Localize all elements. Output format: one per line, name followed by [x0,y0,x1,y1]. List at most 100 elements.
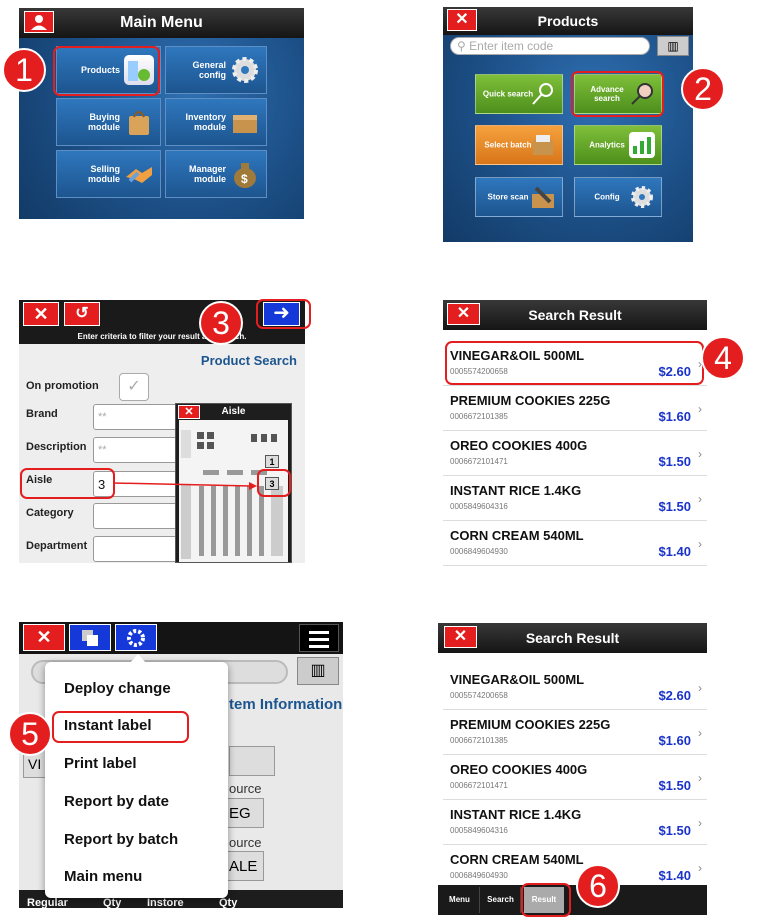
analytics-tile[interactable]: Analytics [574,125,662,165]
selling-module-tile[interactable]: Selling module [56,150,161,198]
result-row[interactable]: INSTANT RICE 1.4KG 0005849604316 $1.50 › [443,476,707,521]
popup-title: Aisle [221,406,246,417]
source-value: ALE [226,851,264,881]
highlight-advance-search [571,71,664,117]
gear-icon [629,184,655,210]
field-label-brand: Brand [26,408,58,420]
general-config-tile[interactable]: General config [165,46,267,94]
title-bar: Search Result [438,623,707,653]
store-scan-tile[interactable]: Store scan [475,177,563,217]
select-batch-tile[interactable]: Select batch [475,125,563,165]
result-row[interactable]: CORN CREAM 540ML 0006849604930 $1.40 › [443,521,707,566]
hint-bar: Enter criteria to filter your result and… [19,330,305,344]
settings-menu-popup: Deploy change Instant label Print label … [45,662,228,898]
gear-icon [230,55,260,85]
hamburger-icon [309,631,329,648]
result-row[interactable]: PREMIUM COOKIES 225G 0006672101385 $1.60 › [443,710,707,755]
step-badge-3: 3 [199,301,243,345]
scanner-icon [530,184,556,210]
result-row[interactable]: INSTANT RICE 1.4KG 0005849604316 $1.50 › [443,800,707,845]
menu-item-print-label[interactable]: Print label [64,755,137,772]
search-icon: ⚲ [457,39,466,53]
close-button[interactable]: ✕ [23,302,59,326]
copy-icon [82,630,98,646]
box-icon [230,107,260,137]
tab-search[interactable]: Search [481,887,521,913]
connector-arrow [112,482,257,490]
search-input[interactable]: ⚲ Enter item code [450,37,650,55]
user-icon[interactable] [24,11,54,33]
tab-bar: Menu Search Result [438,885,707,915]
barcode-scan-button[interactable]: ▥ [297,657,339,685]
chart-icon [629,132,655,158]
result-row[interactable]: VINEGAR&OIL 500ML 0005574200658 $2.60 › [443,665,707,710]
screen-title: Products [537,13,599,29]
menu-item-report-by-date[interactable]: Report by date [64,793,169,810]
menu-item-main-menu[interactable]: Main menu [64,868,142,885]
barcode-scan-button[interactable]: ▥ [657,36,689,56]
promotion-checkbox[interactable]: ✓ [119,373,149,401]
close-button[interactable]: ✕ [447,303,480,325]
step-badge-6: 6 [576,864,620,908]
title-bar: Products [443,7,693,35]
field-label-department: Department [26,540,88,552]
highlight-aisle-field [20,468,115,499]
brand-input[interactable]: ** [93,404,183,430]
chevron-right-icon: › [698,492,702,506]
quick-search-tile[interactable]: Quick search [475,74,563,114]
chevron-right-icon: › [698,681,702,695]
result-row[interactable]: CORN CREAM 540ML 0006849604930 $1.40 › [443,845,707,890]
screen-title: Search Result [528,307,622,323]
reset-button[interactable]: ↺ [64,302,100,326]
hamburger-menu-button[interactable] [299,624,339,652]
category-input[interactable] [93,503,183,529]
highlight-next-button [256,299,311,329]
gear-icon [127,629,145,647]
menu-item-report-by-batch[interactable]: Report by batch [64,831,178,848]
description-input[interactable]: ** [93,437,183,463]
money-bag-icon: $ [230,159,260,189]
bg-input [229,746,275,776]
chevron-right-icon: › [698,771,702,785]
field-label-description: Description [26,441,87,453]
buying-module-tile[interactable]: Buying module [56,98,161,146]
source-label: ource [229,835,262,850]
chevron-right-icon: › [698,447,702,461]
manager-module-tile[interactable]: Manager module $ [165,150,267,198]
close-button[interactable]: ✕ [447,9,477,31]
magnifier-icon [530,81,556,107]
screen-title: Main Menu [120,14,203,31]
search-result-tabs-screen: Search Result ✕ VINEGAR&OIL 500ML 0005574… [438,623,707,915]
title-bar: Search Result [443,300,707,330]
chevron-right-icon: › [698,861,702,875]
aisle-marker-1[interactable]: 1 [265,455,279,468]
toolbar [19,622,343,654]
result-row[interactable]: PREMIUM COOKIES 225G 0006672101385 $1.60 › [443,386,707,431]
field-label-category: Category [26,507,74,519]
source-value: EG [226,798,264,828]
title-bar: Main Menu [19,8,304,38]
highlight-first-result [445,341,704,385]
close-button[interactable]: ✕ [23,624,65,651]
chevron-right-icon: › [698,726,702,740]
page-title: Product Search [200,353,297,368]
batch-icon [530,132,556,158]
product-search-screen: ✕ ↺ ➜ Enter criteria to filter your resu… [19,300,305,563]
settings-button[interactable] [115,624,157,651]
tab-menu[interactable]: Menu [440,887,480,913]
close-button[interactable]: ✕ [444,626,477,648]
chevron-right-icon: › [698,402,702,416]
result-row[interactable]: OREO COOKIES 400G 0006672101471 $1.50 › [443,431,707,476]
department-input[interactable] [93,536,183,562]
step-badge-2: 2 [681,67,725,111]
field-label-promotion: On promotion [26,380,99,392]
copy-button[interactable] [69,624,111,651]
result-row[interactable]: OREO COOKIES 400G 0006672101471 $1.50 › [443,755,707,800]
menu-item-deploy-change[interactable]: Deploy change [64,680,171,697]
shopping-bag-icon [124,107,154,137]
source-label: ource [229,781,262,796]
config-tile[interactable]: Config [574,177,662,217]
inventory-module-tile[interactable]: Inventory module [165,98,267,146]
popup-pointer [130,654,146,663]
step-badge-5: 5 [8,712,52,756]
